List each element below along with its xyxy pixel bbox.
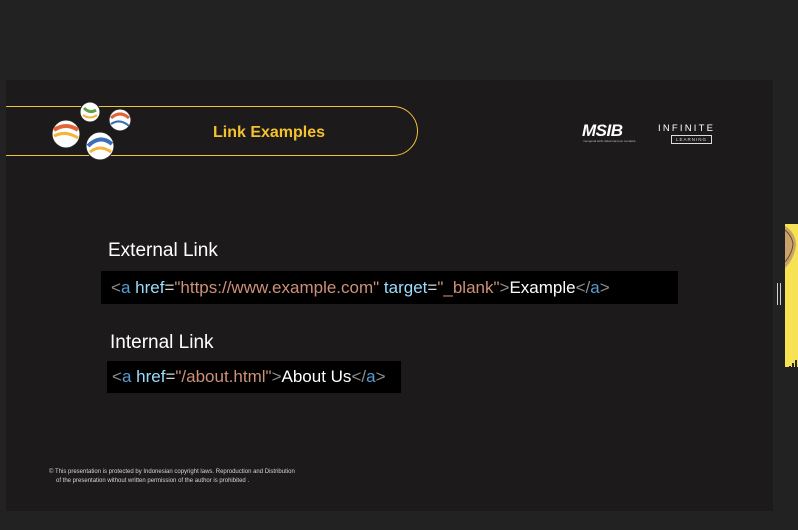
code-token: Example: [509, 278, 576, 297]
logo-balls-icon: [51, 101, 132, 161]
code-token: href: [135, 278, 165, 297]
learning-logo: LEARNING: [671, 135, 713, 144]
code-token: "_blank": [437, 278, 500, 297]
code-token: a: [120, 278, 131, 297]
code-token: =: [427, 278, 438, 297]
presentation-slide: Link Examples MSIB mengenal lebih dekat …: [6, 80, 773, 511]
code-token: =: [165, 367, 176, 386]
code-token: =: [164, 278, 175, 297]
code-token: About Us: [281, 367, 352, 386]
code-token: "/about.html": [175, 367, 272, 386]
code-token: href: [136, 367, 166, 386]
participant-video-thumbnail[interactable]: [785, 224, 798, 367]
external-link-heading: External Link: [108, 240, 218, 261]
copyright-line: © This presentation is protected by Indo…: [49, 469, 295, 475]
code-token: target: [383, 278, 428, 297]
signal-bars-icon: [789, 352, 798, 367]
code-token: >: [375, 367, 386, 386]
code-token: >: [271, 367, 282, 386]
copyright-notice: © This presentation is protected by Indo…: [49, 468, 295, 486]
msib-logo: MSIB: [582, 121, 623, 141]
code-token: >: [599, 278, 610, 297]
internal-link-heading: Internal Link: [110, 332, 214, 353]
code-token: "https://www.example.com": [174, 278, 380, 297]
code-token: <: [111, 278, 121, 297]
resize-handle-icon[interactable]: [777, 283, 781, 305]
code-token: <: [112, 367, 122, 386]
msib-logo-text: MSIB: [582, 121, 623, 140]
msib-logo-tagline: mengenal lebih dekat kampus merdeka: [583, 139, 636, 143]
infinite-logo: INFINITE: [658, 123, 716, 134]
code-token: a: [121, 367, 132, 386]
code-token: a: [590, 278, 600, 297]
code-token: a: [366, 367, 376, 386]
participant-face-icon: [785, 226, 796, 268]
copyright-line: of the presentation without written perm…: [56, 478, 250, 484]
code-token: </: [575, 278, 591, 297]
code-token: </: [351, 367, 367, 386]
code-token: >: [499, 278, 510, 297]
internal-link-code: <a href="/about.html">About Us</a>: [107, 361, 401, 393]
slide-title: Link Examples: [213, 124, 326, 141]
external-link-code: <a href="https://www.example.com" target…: [101, 271, 678, 304]
